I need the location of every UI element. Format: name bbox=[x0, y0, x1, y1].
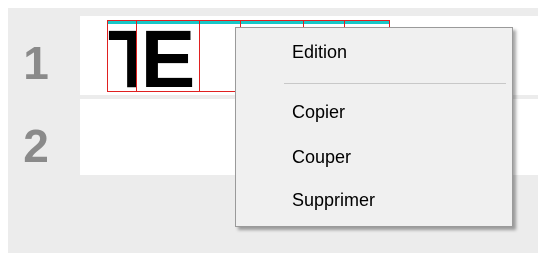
screen: 1 2 T E Edition Copier Couper Supprimer bbox=[0, 0, 538, 253]
row-number-1: 1 bbox=[23, 37, 49, 89]
character-cell[interactable]: E bbox=[136, 20, 200, 92]
menu-item-label: Copier bbox=[292, 102, 346, 122]
menu-item-copier[interactable]: Copier bbox=[238, 93, 510, 133]
menu-separator bbox=[284, 83, 506, 84]
menu-item-label: Supprimer bbox=[292, 190, 376, 210]
baseline-marker bbox=[304, 21, 344, 24]
baseline-marker bbox=[241, 21, 303, 24]
menu-item-couper[interactable]: Couper bbox=[238, 138, 510, 178]
character-cell[interactable]: T bbox=[107, 20, 137, 92]
context-menu: Edition Copier Couper Supprimer bbox=[235, 27, 513, 227]
character-glyph: E bbox=[140, 20, 196, 92]
character-glyph: T bbox=[108, 21, 136, 91]
row-number-2: 2 bbox=[23, 120, 49, 172]
menu-item-label: Couper bbox=[292, 147, 352, 167]
menu-item-supprimer[interactable]: Supprimer bbox=[238, 181, 510, 221]
baseline-marker bbox=[200, 21, 240, 24]
baseline-marker bbox=[345, 21, 389, 24]
context-menu-header: Edition bbox=[292, 42, 348, 62]
